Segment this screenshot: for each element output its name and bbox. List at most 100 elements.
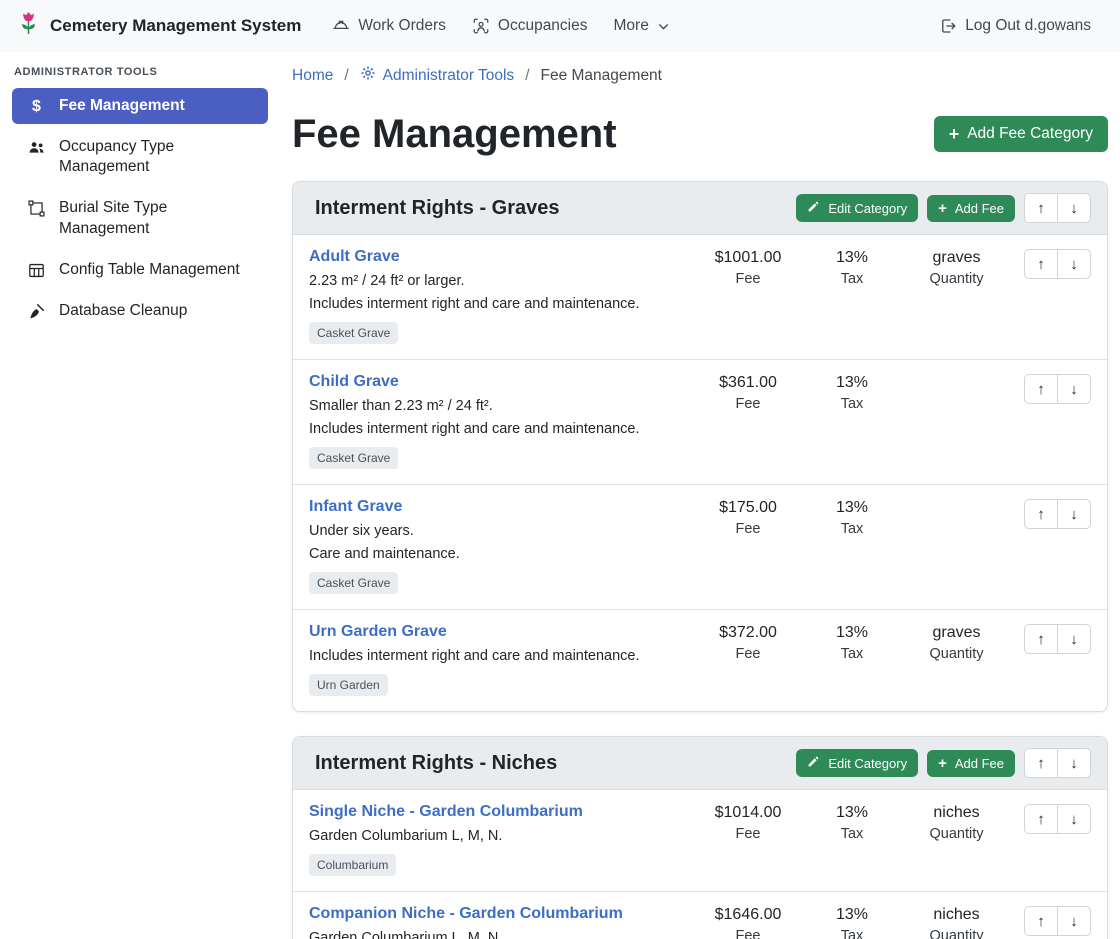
nav-occupancies[interactable]: Occupancies — [459, 9, 601, 43]
people-icon — [27, 138, 46, 157]
fee-tax-column: 13% Tax — [817, 248, 887, 287]
fee-tax: 13% — [817, 249, 887, 267]
fee-amount: $361.00 — [698, 374, 798, 392]
sidebar-item-label: Database Cleanup — [59, 301, 187, 321]
move-fee-down-button[interactable]: ↓ — [1057, 374, 1091, 404]
fee-row: Companion Niche - Garden Columbarium Gar… — [293, 892, 1107, 939]
arrow-up-icon: ↑ — [1037, 200, 1045, 217]
move-fee-down-button[interactable]: ↓ — [1057, 804, 1091, 834]
nav-work-orders[interactable]: Work Orders — [319, 9, 459, 43]
breadcrumb-current: Fee Management — [541, 67, 663, 85]
edit-category-button[interactable]: Edit Category — [796, 749, 918, 777]
fee-name-link[interactable]: Urn Garden Grave — [309, 623, 447, 641]
sidebar-item-occupancy-type-management[interactable]: Occupancy Type Management — [12, 129, 268, 185]
fee-quantity-column — [899, 373, 1014, 374]
fee-name-link[interactable]: Companion Niche - Garden Columbarium — [309, 905, 623, 923]
fee-amount-column: $361.00 Fee — [698, 373, 798, 412]
move-category-up-button[interactable]: ↑ — [1024, 748, 1058, 778]
edit-category-label: Edit Category — [828, 201, 907, 216]
breadcrumb-section-label: Administrator Tools — [383, 67, 515, 85]
fee-info: Child Grave Smaller than 2.23 m² / 24 ft… — [309, 373, 698, 469]
move-fee-down-button[interactable]: ↓ — [1057, 249, 1091, 279]
fee-name-link[interactable]: Infant Grave — [309, 498, 402, 516]
fee-description: Smaller than 2.23 m² / 24 ft². — [309, 398, 688, 414]
move-fee-down-button[interactable]: ↓ — [1057, 499, 1091, 529]
sidebar-item-config-table-management[interactable]: Config Table Management — [12, 252, 268, 288]
fee-tax: 13% — [817, 804, 887, 822]
tulip-logo-icon — [16, 11, 41, 41]
add-fee-button[interactable]: + Add Fee — [927, 750, 1015, 777]
move-category-down-button[interactable]: ↓ — [1057, 193, 1091, 223]
fee-tax-column: 13% Tax — [817, 373, 887, 412]
fee-description: Includes interment right and care and ma… — [309, 648, 688, 664]
move-fee-up-button[interactable]: ↑ — [1024, 374, 1058, 404]
category-actions: Edit Category + Add Fee ↑ ↓ — [796, 193, 1091, 223]
sidebar-heading: ADMINISTRATOR TOOLS — [12, 66, 268, 88]
add-fee-button[interactable]: + Add Fee — [927, 195, 1015, 222]
breadcrumb-home-link[interactable]: Home — [292, 67, 333, 85]
fee-amount: $1014.00 — [698, 804, 798, 822]
logout-icon — [939, 17, 957, 35]
edit-category-button[interactable]: Edit Category — [796, 194, 918, 222]
page-title: Fee Management — [292, 111, 617, 157]
category-title: Interment Rights - Niches — [309, 752, 796, 775]
sidebar-item-fee-management[interactable]: $ Fee Management — [12, 88, 268, 124]
fee-amount: $1001.00 — [698, 249, 798, 267]
logout-button[interactable]: Log Out d.gowans — [926, 9, 1104, 43]
fee-amount: $372.00 — [698, 624, 798, 642]
fee-amount-label: Fee — [698, 271, 798, 287]
nav-label: Work Orders — [358, 17, 446, 35]
sidebar: ADMINISTRATOR TOOLS $ Fee Management Occ… — [0, 52, 280, 348]
arrow-up-icon: ↑ — [1037, 506, 1045, 523]
add-fee-category-label: Add Fee Category — [967, 125, 1093, 143]
fee-tax-label: Tax — [817, 826, 887, 842]
add-fee-label: Add Fee — [955, 201, 1004, 216]
fee-reorder-group: ↑ ↓ — [1024, 499, 1091, 529]
fee-quantity: niches — [899, 906, 1014, 924]
move-fee-up-button[interactable]: ↑ — [1024, 804, 1058, 834]
fee-quantity-label: Quantity — [899, 928, 1014, 939]
fee-info: Companion Niche - Garden Columbarium Gar… — [309, 905, 698, 939]
arrow-down-icon: ↓ — [1070, 913, 1078, 930]
move-fee-up-button[interactable]: ↑ — [1024, 906, 1058, 936]
move-fee-down-button[interactable]: ↓ — [1057, 906, 1091, 936]
category-reorder-group: ↑ ↓ — [1024, 748, 1091, 778]
fee-category-card-niches: Interment Rights - Niches Edit Category … — [292, 736, 1108, 939]
fee-reorder-group: ↑ ↓ — [1024, 804, 1091, 834]
fee-quantity-label: Quantity — [899, 646, 1014, 662]
fee-description: Under six years. — [309, 523, 688, 539]
fee-info: Infant Grave Under six years. Care and m… — [309, 498, 698, 594]
edit-category-label: Edit Category — [828, 756, 907, 771]
fee-tax: 13% — [817, 624, 887, 642]
arrow-down-icon: ↓ — [1070, 381, 1078, 398]
category-header: Interment Rights - Niches Edit Category … — [293, 737, 1107, 790]
fee-reorder-group: ↑ ↓ — [1024, 374, 1091, 404]
fee-tax: 13% — [817, 374, 887, 392]
move-category-down-button[interactable]: ↓ — [1057, 748, 1091, 778]
sidebar-item-burial-site-type-management[interactable]: Burial Site Type Management — [12, 190, 268, 246]
fee-amount-column: $372.00 Fee — [698, 623, 798, 662]
fee-description: Garden Columbarium L, M, N. — [309, 930, 688, 939]
fee-tax-label: Tax — [817, 271, 887, 287]
app-brand[interactable]: Cemetery Management System — [16, 11, 301, 41]
brand-title: Cemetery Management System — [50, 16, 301, 36]
fee-amount: $175.00 — [698, 499, 798, 517]
move-category-up-button[interactable]: ↑ — [1024, 193, 1058, 223]
fee-name-link[interactable]: Child Grave — [309, 373, 399, 391]
breadcrumb-admin-tools-link[interactable]: Administrator Tools — [360, 65, 515, 86]
move-fee-up-button[interactable]: ↑ — [1024, 624, 1058, 654]
hard-hat-icon — [332, 17, 350, 35]
add-fee-category-button[interactable]: + Add Fee Category — [934, 116, 1108, 152]
top-navbar: Cemetery Management System Work Orders O… — [0, 0, 1120, 52]
breadcrumb-separator: / — [344, 67, 348, 85]
move-fee-down-button[interactable]: ↓ — [1057, 624, 1091, 654]
arrow-up-icon: ↑ — [1037, 811, 1045, 828]
sidebar-item-database-cleanup[interactable]: Database Cleanup — [12, 293, 268, 329]
nav-more-menu[interactable]: More — [601, 9, 683, 43]
plus-icon: + — [949, 125, 960, 143]
fee-name-link[interactable]: Adult Grave — [309, 248, 400, 266]
fee-name-link[interactable]: Single Niche - Garden Columbarium — [309, 803, 583, 821]
move-fee-up-button[interactable]: ↑ — [1024, 499, 1058, 529]
move-fee-up-button[interactable]: ↑ — [1024, 249, 1058, 279]
plus-icon: + — [938, 756, 947, 771]
